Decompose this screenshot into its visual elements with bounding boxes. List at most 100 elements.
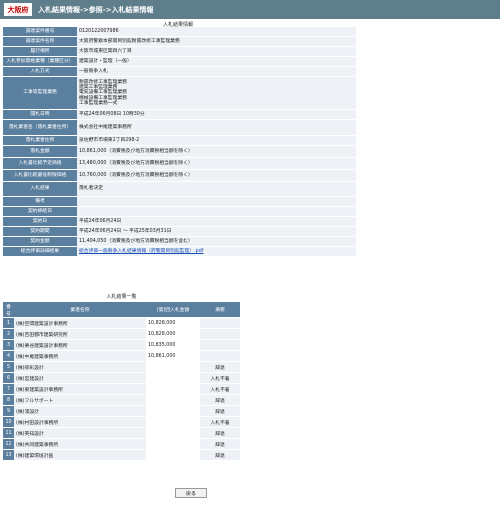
bid-amount (146, 406, 200, 416)
bid-amount (146, 439, 200, 449)
row-number: 12 (3, 439, 14, 449)
company-name: (株)建築環境計画 (14, 450, 146, 460)
info-row: 落札業者住所 泉佐野市市場東2丁目298-2 (3, 136, 356, 145)
bid-amount (146, 373, 200, 383)
remarks: 入札不着 (200, 373, 240, 383)
info-value: 大阪府警察本部関目別館耐震改修工事監理業務 (77, 37, 356, 46)
info-label: 入札書比較最低制限価格 (3, 170, 77, 181)
back-button[interactable]: 戻る (175, 488, 207, 498)
bidder-list-title: 入札結果一覧 (106, 294, 137, 300)
row-number: 9 (3, 406, 14, 416)
info-value: 13,480,000（消費税及び地方消費税相当額を除く） (77, 158, 356, 169)
info-row: 備考 (3, 197, 356, 206)
info-label: 調達案件名称 (3, 37, 77, 46)
remarks: 辞退 (200, 406, 240, 416)
info-row: 契約期間 平成24年06月24日 ～ 平成25年03月31日 (3, 227, 356, 236)
table-row: 3 (株)栗谷建築設計事務所 10,835,000 (3, 340, 240, 350)
row-number: 5 (3, 362, 14, 372)
company-name: (株)英知設計 (14, 428, 146, 438)
table-row: 10 (株)村田設計事務所 入札不着 (3, 417, 240, 427)
info-value[interactable]: 総合評価一般競争入札結果情報（府警関目別館監理）.pdf (77, 247, 356, 256)
info-value (77, 207, 356, 216)
row-number: 1 (3, 318, 14, 328)
company-name: (株)鴻設計 (14, 406, 146, 416)
bid-amount (146, 362, 200, 372)
row-number: 10 (3, 417, 14, 427)
header-bar: 大阪府 入札結果情報->参照->入札結果情報 (0, 0, 500, 19)
info-row: 入札参加資格業種（業種区分） 建築設計・監理（一般） (3, 57, 356, 66)
remarks: 辞退 (200, 439, 240, 449)
info-row: 入札書比較最低制限価格 10,760,000（消費税及び地方消費税相当額を除く） (3, 170, 356, 181)
breadcrumb: 入札結果情報->参照->入札結果情報 (38, 5, 154, 14)
table-row: 1 (株)空間建築設計事務所 10,828,000 (3, 318, 240, 328)
info-value (77, 197, 356, 206)
info-label: 契約日 (3, 217, 77, 226)
remarks: 辞退 (200, 428, 240, 438)
info-value: 株式会社中尾建築事務所 (77, 120, 356, 135)
company-name: (株)中尾建築事務所 (14, 351, 146, 361)
info-row: 落札業者名（落札業者住所） 株式会社中尾建築事務所 (3, 120, 356, 135)
bid-result-info-table: 調達案件番号 0120122007986 調達案件名称 大阪府警察本部関目別館耐震改修… (3, 26, 356, 257)
info-label: 落札金額 (3, 146, 77, 157)
info-row: 開札日時 平成24年06月08日 10時30分 (3, 110, 356, 119)
col-remarks: 摘要 (200, 302, 240, 317)
remarks (200, 351, 240, 361)
row-number: 11 (3, 428, 14, 438)
remarks (200, 340, 240, 350)
info-label: 履行場所 (3, 47, 77, 56)
bid-amount: 10,828,000 (148, 320, 176, 326)
info-value: 泉佐野市市場東2丁目298-2 (77, 136, 356, 145)
info-value: 一般競争入札 (77, 67, 356, 76)
bid-amount (146, 384, 200, 394)
table-row: 9 (株)鴻設計 辞退 (3, 406, 240, 416)
col-bid-amount: (第)回入札金額 (146, 302, 200, 317)
osaka-prefecture-logo: 大阪府 (4, 3, 32, 16)
remarks: 入札不着 (200, 417, 240, 427)
table-row: 2 (株)吉田都市建築研究所 10,828,000 (3, 329, 240, 339)
info-value: 平成24年06月24日 (77, 217, 356, 226)
company-name: (株)宮建設計 (14, 373, 146, 383)
info-row: 入札書比較予定価格 13,480,000（消費税及び地方消費税相当額を除く） (3, 158, 356, 169)
table-row: 4 (株)中尾建築事務所 10,861,000 (3, 351, 240, 361)
info-value: 11,404,050（消費税及び地方消費税相当額を含む） (77, 237, 356, 246)
info-value: 0120122007986 (77, 27, 356, 36)
info-row: 契約締結日 (3, 207, 356, 216)
company-name: (株)村田設計事務所 (14, 417, 146, 427)
table-row: 11 (株)英知設計 辞退 (3, 428, 240, 438)
row-number: 7 (3, 384, 14, 394)
info-row: 工事等監理業務 耐震改修工事監理業務 建築工事監理業務 電気設備工事監理業務 機械… (3, 77, 356, 109)
bid-amount (146, 428, 200, 438)
info-value: 耐震改修工事監理業務 建築工事監理業務 電気設備工事監理業務 機械設備工事監理業… (77, 77, 356, 109)
info-value: 建築設計・監理（一般） (77, 57, 356, 66)
info-row: 入札結果 落札者決定 (3, 182, 356, 196)
pdf-result-link[interactable]: 総合評価一般競争入札結果情報（府警関目別館監理）.pdf (79, 249, 203, 254)
info-label: 契約締結日 (3, 207, 77, 216)
row-number: 2 (3, 329, 14, 339)
info-row: 総合評価詳細結果 総合評価一般競争入札結果情報（府警関目別館監理）.pdf (3, 247, 356, 256)
info-value: 大阪市城東区関目六丁目 (77, 47, 356, 56)
remarks: 入札不着 (200, 384, 240, 394)
info-row: 調達案件番号 0120122007986 (3, 27, 356, 36)
info-label: 入札結果 (3, 182, 77, 196)
row-number: 6 (3, 373, 14, 383)
bidder-list-header: 番号 業者名称 (第)回入札金額 摘要 (3, 302, 240, 317)
remarks: 辞退 (200, 450, 240, 460)
info-row: 契約金額 11,404,050（消費税及び地方消費税相当額を含む） (3, 237, 356, 246)
company-name: (株)吉田都市建築研究所 (14, 329, 146, 339)
company-name: (株)綜彩設計 (14, 362, 146, 372)
row-number: 8 (3, 395, 14, 405)
info-value: 平成24年06月24日 ～ 平成25年03月31日 (77, 227, 356, 236)
info-label: 入札方式 (3, 67, 77, 76)
company-name: (株)栗谷建築設計事務所 (14, 340, 146, 350)
info-value: 10,861,000（消費税及び地方消費税相当額を除く） (77, 146, 356, 157)
bid-amount: 10,835,000 (148, 342, 176, 348)
table-row: 8 (株)フルサポート 辞退 (3, 395, 240, 405)
info-value: 落札者決定 (77, 182, 356, 196)
table-row: 7 (株)東建築設計事務所 入札不着 (3, 384, 240, 394)
company-name: (株)フルサポート (14, 395, 146, 405)
company-name: (株)東建築設計事務所 (14, 384, 146, 394)
info-label: 契約金額 (3, 237, 77, 246)
info-label: 落札業者名（落札業者住所） (3, 120, 77, 135)
col-company-name: 業者名称 (14, 302, 146, 317)
remarks (200, 318, 240, 328)
